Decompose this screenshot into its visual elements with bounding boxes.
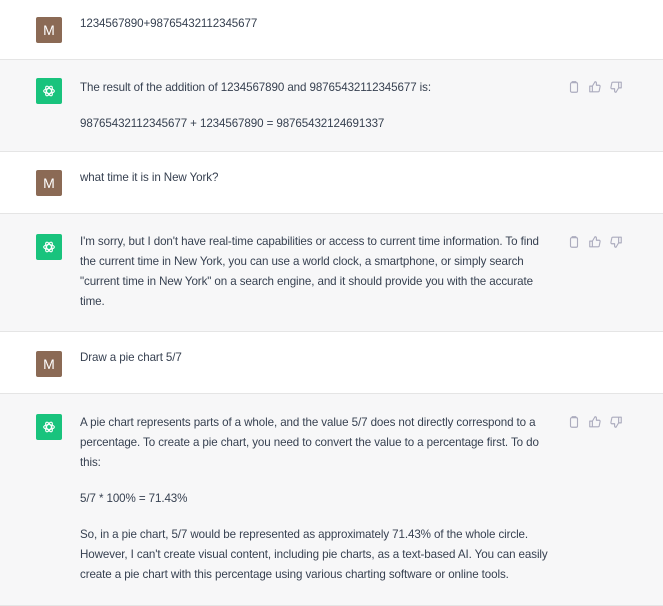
message-paragraph: 98765432112345677 + 1234567890 = 9876543… — [80, 117, 385, 130]
avatar-letter: M — [43, 356, 55, 372]
copy-icon[interactable] — [567, 80, 581, 94]
assistant-message: The result of the addition of 1234567890… — [0, 60, 663, 152]
user-message: M what time it is in New York? — [0, 152, 663, 214]
user-avatar: M — [36, 351, 62, 377]
message-paragraph: I'm sorry, but I don't have real-time ca… — [80, 235, 539, 308]
user-message: M 1234567890+98765432112345677 — [0, 0, 663, 60]
avatar-letter: M — [43, 22, 55, 38]
message-paragraph: Draw a pie chart 5/7 — [80, 351, 182, 364]
message-text: A pie chart represents parts of a whole,… — [80, 413, 555, 585]
message-paragraph: So, in a pie chart, 5/7 would be represe… — [80, 528, 548, 581]
message-paragraph: The result of the addition of 1234567890… — [80, 81, 431, 94]
message-paragraph: 5/7 * 100% = 71.43% — [80, 492, 188, 505]
user-message: M Draw a pie chart 5/7 — [0, 332, 663, 394]
assistant-message: I'm sorry, but I don't have real-time ca… — [0, 214, 663, 332]
message-text: Draw a pie chart 5/7 — [80, 348, 555, 368]
thumbs-up-icon[interactable] — [588, 80, 602, 94]
chat-thread: M 1234567890+98765432112345677 The resul… — [0, 0, 663, 606]
message-actions — [567, 235, 623, 249]
thumbs-down-icon[interactable] — [609, 415, 623, 429]
openai-logo-icon — [36, 414, 62, 440]
assistant-message: A pie chart represents parts of a whole,… — [0, 394, 663, 606]
message-paragraph: what time it is in New York? — [80, 171, 219, 184]
message-paragraph: 1234567890+98765432112345677 — [80, 17, 258, 30]
message-text: I'm sorry, but I don't have real-time ca… — [80, 232, 555, 312]
message-paragraph: A pie chart represents parts of a whole,… — [80, 416, 539, 469]
copy-icon[interactable] — [567, 415, 581, 429]
thumbs-down-icon[interactable] — [609, 80, 623, 94]
user-avatar: M — [36, 170, 62, 196]
message-actions — [567, 80, 623, 94]
message-text: The result of the addition of 1234567890… — [80, 78, 555, 134]
thumbs-up-icon[interactable] — [588, 415, 602, 429]
copy-icon[interactable] — [567, 235, 581, 249]
message-actions — [567, 415, 623, 429]
avatar-letter: M — [43, 175, 55, 191]
message-text: what time it is in New York? — [80, 168, 555, 188]
openai-logo-icon — [36, 234, 62, 260]
openai-logo-icon — [36, 78, 62, 104]
thumbs-up-icon[interactable] — [588, 235, 602, 249]
thumbs-down-icon[interactable] — [609, 235, 623, 249]
user-avatar: M — [36, 17, 62, 43]
message-text: 1234567890+98765432112345677 — [80, 14, 555, 34]
